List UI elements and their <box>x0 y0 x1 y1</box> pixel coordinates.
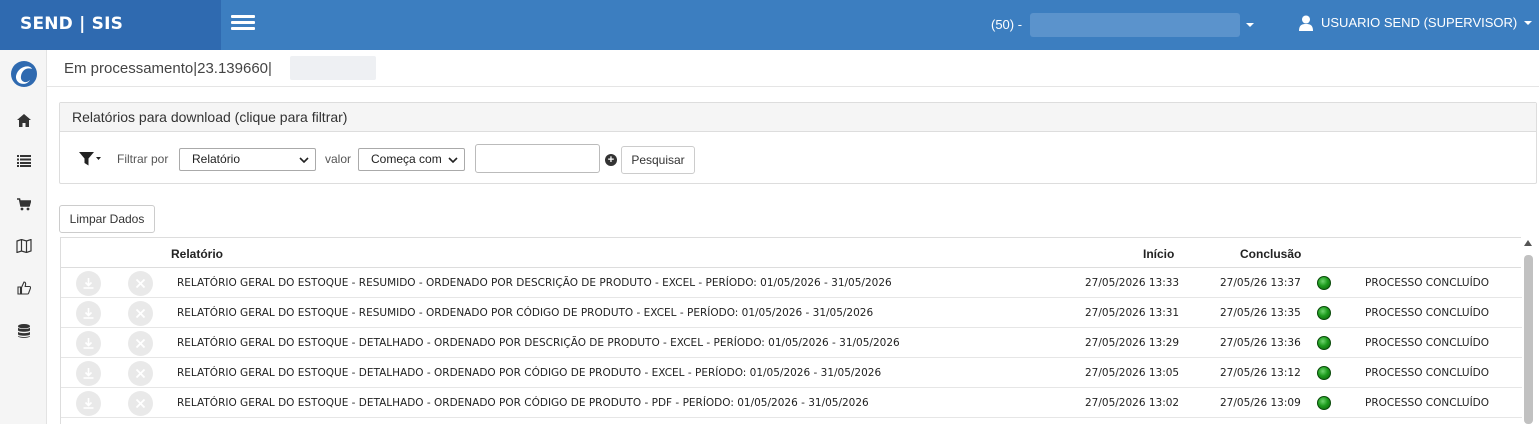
end-time: 27/05/26 13:37 <box>1220 277 1301 289</box>
chevron-down-icon <box>448 157 458 163</box>
map-icon[interactable] <box>0 226 47 266</box>
start-time: 27/05/2026 13:29 <box>1085 337 1180 349</box>
table-row: RELATÓRIO GERAL DO ESTOQUE - DETALHADO -… <box>61 358 1522 388</box>
report-name: RELATÓRIO GERAL DO ESTOQUE - DETALHADO -… <box>177 397 869 409</box>
brand-logo[interactable]: SEND | SIS <box>0 0 221 50</box>
status-ok-icon <box>1317 396 1331 410</box>
download-icon[interactable] <box>76 301 101 326</box>
report-name: RELATÓRIO GERAL DO ESTOQUE - RESUMIDO - … <box>177 307 874 319</box>
menu-toggle-icon[interactable] <box>231 15 255 33</box>
filter-value-input[interactable] <box>475 144 600 173</box>
download-icon[interactable] <box>76 331 101 356</box>
filter-row: Filtrar por Relatório valor Começa com +… <box>60 132 1536 184</box>
breadcrumb-redacted <box>290 56 376 80</box>
download-icon[interactable] <box>76 271 101 296</box>
download-icon[interactable] <box>76 391 101 416</box>
chevron-down-icon <box>299 157 309 163</box>
user-dropdown-caret-icon <box>1524 21 1533 25</box>
report-name: RELATÓRIO GERAL DO ESTOQUE - RESUMIDO - … <box>177 277 892 289</box>
panel-title[interactable]: Relatórios para download (clique para fi… <box>60 103 1536 132</box>
status-text: PROCESSO CONCLUÍDO <box>1365 307 1490 319</box>
divider <box>47 86 1539 87</box>
scroll-up-arrow-icon[interactable] <box>1524 240 1532 246</box>
sidebar-logo-icon[interactable] <box>0 54 47 94</box>
home-icon[interactable] <box>0 100 47 140</box>
database-icon[interactable] <box>0 311 47 351</box>
header-end[interactable]: Conclusão <box>1240 247 1301 261</box>
top-navbar: SEND | SIS (50) - USUARIO SEND (SUPERVIS… <box>0 0 1539 50</box>
status-text: PROCESSO CONCLUÍDO <box>1365 367 1490 379</box>
end-time: 27/05/26 13:09 <box>1220 397 1301 409</box>
status-ok-icon <box>1317 336 1331 350</box>
filter-field-select[interactable]: Relatório <box>179 148 316 171</box>
add-filter-icon[interactable]: + <box>605 154 617 166</box>
header-report[interactable]: Relatório <box>171 247 223 261</box>
delete-icon[interactable] <box>128 301 153 326</box>
clear-data-button[interactable]: Limpar Dados <box>59 205 155 233</box>
download-icon[interactable] <box>76 361 101 386</box>
filter-field-value: Relatório <box>192 152 241 166</box>
search-button[interactable]: Pesquisar <box>621 146 695 174</box>
user-name: USUARIO SEND (SUPERVISOR) <box>1321 15 1518 30</box>
start-time: 27/05/2026 13:33 <box>1085 277 1180 289</box>
header-start[interactable]: Início <box>1143 247 1174 261</box>
table-row: RELATÓRIO GERAL DO ESTOQUE - RESUMIDO - … <box>61 298 1522 328</box>
scrollbar-thumb[interactable] <box>1524 255 1533 424</box>
filter-operator-value: Começa com <box>371 152 442 166</box>
start-time: 27/05/2026 13:02 <box>1085 397 1180 409</box>
user-menu[interactable]: USUARIO SEND (SUPERVISOR) <box>1299 14 1533 32</box>
status-text: PROCESSO CONCLUÍDO <box>1365 337 1490 349</box>
status-ok-icon <box>1317 276 1331 290</box>
sidebar <box>0 50 47 424</box>
company-selector-prefix[interactable]: (50) - <box>991 16 1022 34</box>
table-row: RELATÓRIO GERAL DO ESTOQUE - DETALHADO -… <box>61 328 1522 358</box>
filter-operator-select[interactable]: Começa com <box>358 148 465 171</box>
table-row: RELATÓRIO GERAL DO ESTOQUE - DETALHADO -… <box>61 388 1522 418</box>
report-name: RELATÓRIO GERAL DO ESTOQUE - DETALHADO -… <box>177 337 900 349</box>
filter-by-label: Filtrar por <box>117 152 169 166</box>
status-ok-icon <box>1317 366 1331 380</box>
end-time: 27/05/26 13:36 <box>1220 337 1301 349</box>
processing-status-text: Em processamento|23.139660| <box>64 60 272 77</box>
table-row: RELATÓRIO GERAL DO ESTOQUE - RESUMIDO - … <box>61 268 1522 298</box>
delete-icon[interactable] <box>128 331 153 356</box>
start-time: 27/05/2026 13:31 <box>1085 307 1180 319</box>
list-icon[interactable] <box>0 141 47 181</box>
value-label: valor <box>325 152 352 166</box>
thumbs-up-icon[interactable] <box>0 268 47 308</box>
delete-icon[interactable] <box>128 391 153 416</box>
cart-icon[interactable] <box>0 184 47 224</box>
company-name-redacted[interactable] <box>1030 13 1240 37</box>
end-time: 27/05/26 13:35 <box>1220 307 1301 319</box>
delete-icon[interactable] <box>128 361 153 386</box>
reports-table: Relatório Início Conclusão RELATÓRIO GER… <box>60 237 1522 424</box>
report-name: RELATÓRIO GERAL DO ESTOQUE - DETALHADO -… <box>177 367 882 379</box>
end-time: 27/05/26 13:12 <box>1220 367 1301 379</box>
status-ok-icon <box>1317 306 1331 320</box>
delete-icon[interactable] <box>128 271 153 296</box>
status-text: PROCESSO CONCLUÍDO <box>1365 397 1490 409</box>
table-header: Relatório Início Conclusão <box>61 238 1521 268</box>
company-dropdown-caret-icon[interactable] <box>1246 23 1254 27</box>
reports-filter-panel: Relatórios para download (clique para fi… <box>59 102 1537 184</box>
status-text: PROCESSO CONCLUÍDO <box>1365 277 1490 289</box>
user-icon <box>1299 15 1313 31</box>
filter-funnel-icon[interactable] <box>79 152 103 171</box>
start-time: 27/05/2026 13:05 <box>1085 367 1180 379</box>
